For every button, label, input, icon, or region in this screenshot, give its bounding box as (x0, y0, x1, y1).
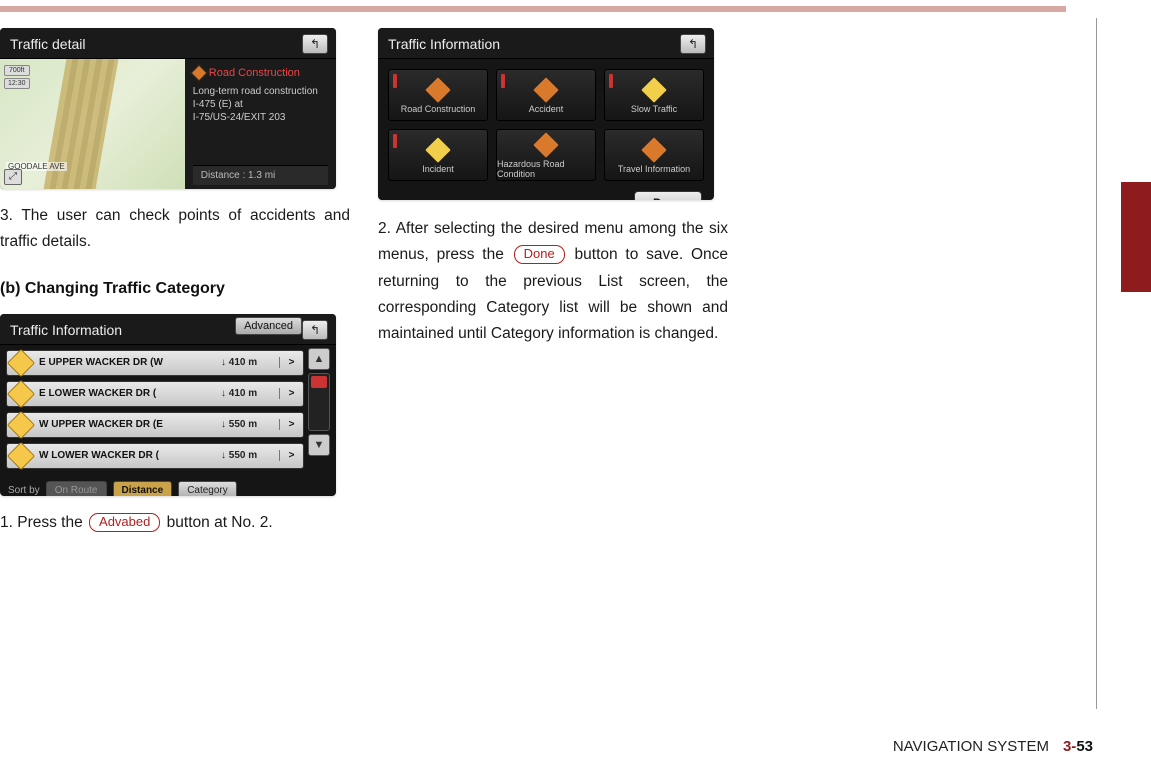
p2-text-b: button at No. 2. (167, 514, 273, 531)
back-button-icon[interactable]: ↰ (302, 34, 328, 54)
list-scrollbar[interactable]: ▲ ▼ (308, 348, 330, 456)
footer-chapter: 3- (1063, 738, 1076, 755)
p2-text-a: Press the (17, 514, 87, 531)
row-distance: ↓ 410 m (221, 357, 279, 368)
inline-done-button: Done (514, 245, 565, 264)
category-diamond-icon (532, 76, 560, 104)
screenshot-traffic-detail: Traffic detail ↰ 700ft 12:30 GOODALE AVE… (0, 28, 336, 189)
paragraph-b2: 2. After selecting the desired menu amon… (378, 216, 728, 348)
list-number: 1. (0, 514, 13, 531)
selected-mark-icon (393, 134, 397, 148)
category-cell[interactable]: Incident (388, 129, 488, 181)
traffic-list-row[interactable]: W LOWER WACKER DR (↓ 550 m> (6, 443, 304, 469)
section-tab (1121, 182, 1151, 292)
category-label: Incident (422, 164, 454, 174)
done-button[interactable]: Done (634, 191, 702, 200)
selected-mark-icon (501, 74, 505, 88)
row-chevron-icon[interactable]: > (279, 450, 303, 461)
ss3-title: Traffic Information (388, 36, 500, 52)
map-scale-chip: 700ft (4, 65, 30, 76)
back-button-icon[interactable]: ↰ (302, 320, 328, 340)
scroll-top-icon[interactable]: ▲ (308, 348, 330, 370)
category-label: Accident (529, 104, 564, 114)
category-diamond-icon (640, 76, 668, 104)
row-road-name: W UPPER WACKER DR (E (35, 419, 221, 430)
warning-diamond-icon (7, 349, 35, 377)
warning-diamond-icon (7, 411, 35, 439)
category-label: Travel Information (618, 164, 690, 174)
paragraph-b1: 1. Press the Advabed button at No. 2. (0, 510, 350, 536)
traffic-list-row[interactable]: E LOWER WACKER DR (↓ 410 m> (6, 381, 304, 407)
map-time-chip: 12:30 (4, 78, 30, 89)
top-header-rule (0, 6, 1066, 12)
category-cell[interactable]: Accident (496, 69, 596, 121)
category-cell[interactable]: Slow Traffic (604, 69, 704, 121)
sort-bar: Sort by On Route Distance Category (6, 477, 304, 496)
row-chevron-icon[interactable]: > (279, 419, 303, 430)
detail-heading-text: Road Construction (209, 67, 300, 79)
detail-heading: Road Construction (193, 67, 328, 79)
category-label: Hazardous Road Condition (497, 159, 595, 179)
selected-mark-icon (393, 74, 397, 88)
inline-advanced-button: Advabed (89, 513, 160, 532)
detail-body-text: Long-term road construction I-475 (E) at… (193, 85, 328, 124)
footer-section: NAVIGATION SYSTEM (893, 738, 1049, 755)
ss2-title: Traffic Information (10, 322, 122, 338)
category-cell[interactable]: Hazardous Road Condition (496, 129, 596, 181)
row-chevron-icon[interactable]: > (279, 357, 303, 368)
subheading-b: (b) Changing Traffic Category (0, 280, 350, 298)
category-label: Slow Traffic (631, 104, 677, 114)
category-cell[interactable]: Road Construction (388, 69, 488, 121)
category-label: Road Construction (401, 104, 476, 114)
sort-label: Sort by (8, 485, 40, 496)
sort-category[interactable]: Category (178, 481, 237, 496)
right-margin-rule (1096, 18, 1097, 709)
traffic-list-row[interactable]: W UPPER WACKER DR (E↓ 550 m> (6, 412, 304, 438)
paragraph-3: 3. The user can check points of accident… (0, 203, 350, 256)
page-footer: NAVIGATION SYSTEM 3-53 (893, 738, 1093, 755)
category-diamond-icon (640, 136, 668, 164)
row-distance: ↓ 550 m (221, 450, 279, 461)
row-chevron-icon[interactable]: > (279, 388, 303, 399)
column-left: Traffic detail ↰ 700ft 12:30 GOODALE AVE… (0, 28, 350, 536)
page-columns: Traffic detail ↰ 700ft 12:30 GOODALE AVE… (0, 28, 730, 536)
warning-diamond-icon (7, 380, 35, 408)
footer-page-number: 3-53 (1063, 738, 1093, 755)
category-diamond-icon (424, 76, 452, 104)
sort-distance[interactable]: Distance (113, 481, 173, 496)
row-road-name: E UPPER WACKER DR (W (35, 357, 221, 368)
map-zoom-icon[interactable]: ⤢ (4, 169, 22, 185)
list-number: 2. (378, 220, 391, 237)
scroll-track[interactable] (308, 373, 330, 431)
row-distance: ↓ 410 m (221, 388, 279, 399)
screenshot-category-grid: Traffic Information ↰ Road Construction A… (378, 28, 714, 200)
map-thumbnail: 700ft 12:30 GOODALE AVE ⤢ (0, 59, 185, 189)
warning-diamond-icon (7, 442, 35, 470)
category-diamond-icon (424, 136, 452, 164)
row-distance: ↓ 550 m (221, 419, 279, 430)
scroll-bottom-icon[interactable]: ▼ (308, 434, 330, 456)
category-diamond-icon (532, 131, 560, 159)
category-cell[interactable]: Travel Information (604, 129, 704, 181)
back-button-icon[interactable]: ↰ (680, 34, 706, 54)
construction-icon (190, 65, 207, 82)
screenshot-traffic-list: Traffic Information ↰ Advanced E UPPER W… (0, 314, 336, 496)
list-number: 3. (0, 207, 13, 224)
sort-on-route[interactable]: On Route (46, 481, 107, 496)
row-road-name: E LOWER WACKER DR ( (35, 388, 221, 399)
advanced-button[interactable]: Advanced (235, 317, 302, 335)
column-right: Traffic Information ↰ Road Construction A… (378, 28, 728, 536)
footer-page: 53 (1076, 738, 1093, 755)
ss1-title: Traffic detail (10, 36, 85, 52)
traffic-list-row[interactable]: E UPPER WACKER DR (W↓ 410 m> (6, 350, 304, 376)
row-road-name: W LOWER WACKER DR ( (35, 450, 221, 461)
detail-distance-footer: Distance : 1.3 mi (193, 165, 328, 185)
paragraph-3-text: The user can check points of accidents a… (0, 207, 350, 250)
selected-mark-icon (609, 74, 613, 88)
